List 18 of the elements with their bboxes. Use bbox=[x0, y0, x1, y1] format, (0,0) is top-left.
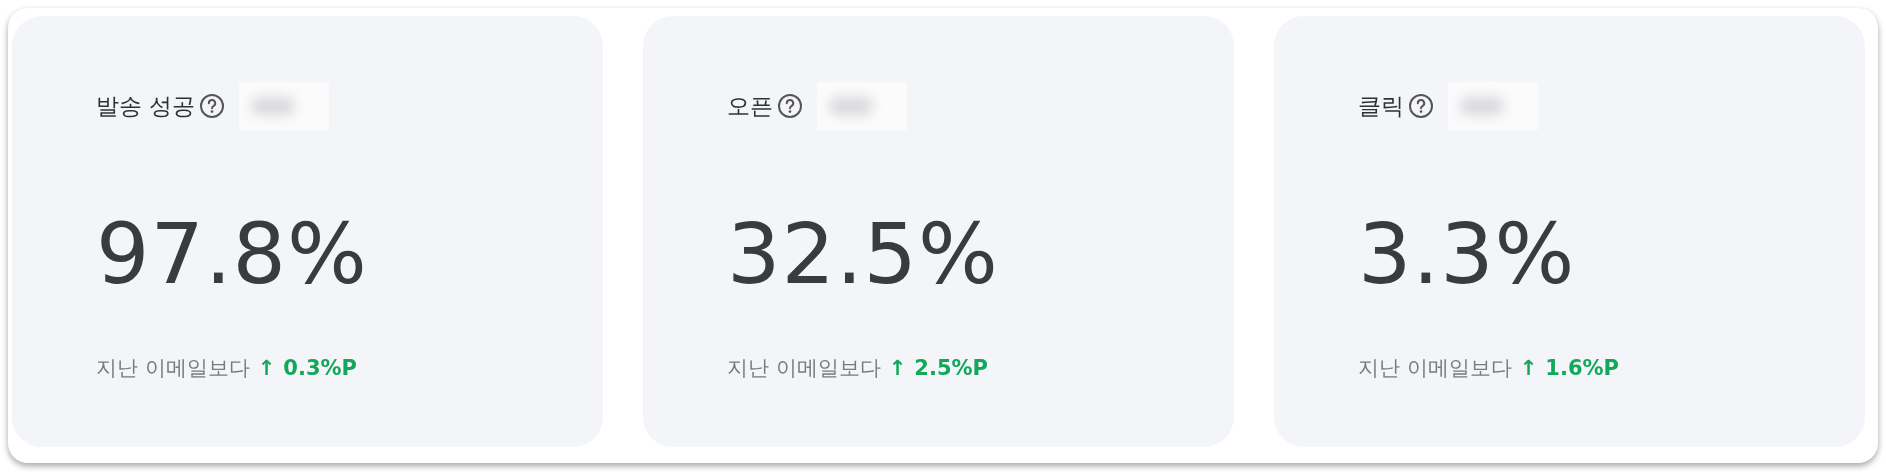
metric-value: 97.8% bbox=[96, 212, 369, 296]
trend-arrow: ↑ bbox=[888, 356, 907, 380]
help-icon[interactable] bbox=[777, 93, 803, 119]
change-value: 0.3%P bbox=[283, 356, 357, 380]
trend-arrow: ↑ bbox=[1519, 356, 1538, 380]
comparison-label: 지난 이메일보다 bbox=[96, 355, 250, 382]
metric-title: 클릭 bbox=[1358, 91, 1404, 121]
change-value: 1.6%P bbox=[1545, 356, 1619, 380]
metric-title: 발송 성공 bbox=[96, 91, 196, 121]
help-icon[interactable] bbox=[1408, 93, 1434, 119]
metric-value: 32.5% bbox=[727, 212, 1000, 296]
change-value: 2.5%P bbox=[914, 356, 988, 380]
metric-title: 오픈 bbox=[727, 91, 773, 121]
help-icon[interactable] bbox=[199, 93, 226, 119]
trend-arrow: ↑ bbox=[257, 356, 276, 380]
comparison-label: 지난 이메일보다 bbox=[727, 355, 881, 382]
metric-value: 3.3% bbox=[1358, 212, 1577, 296]
comparison-label: 지난 이메일보다 bbox=[1358, 355, 1512, 382]
